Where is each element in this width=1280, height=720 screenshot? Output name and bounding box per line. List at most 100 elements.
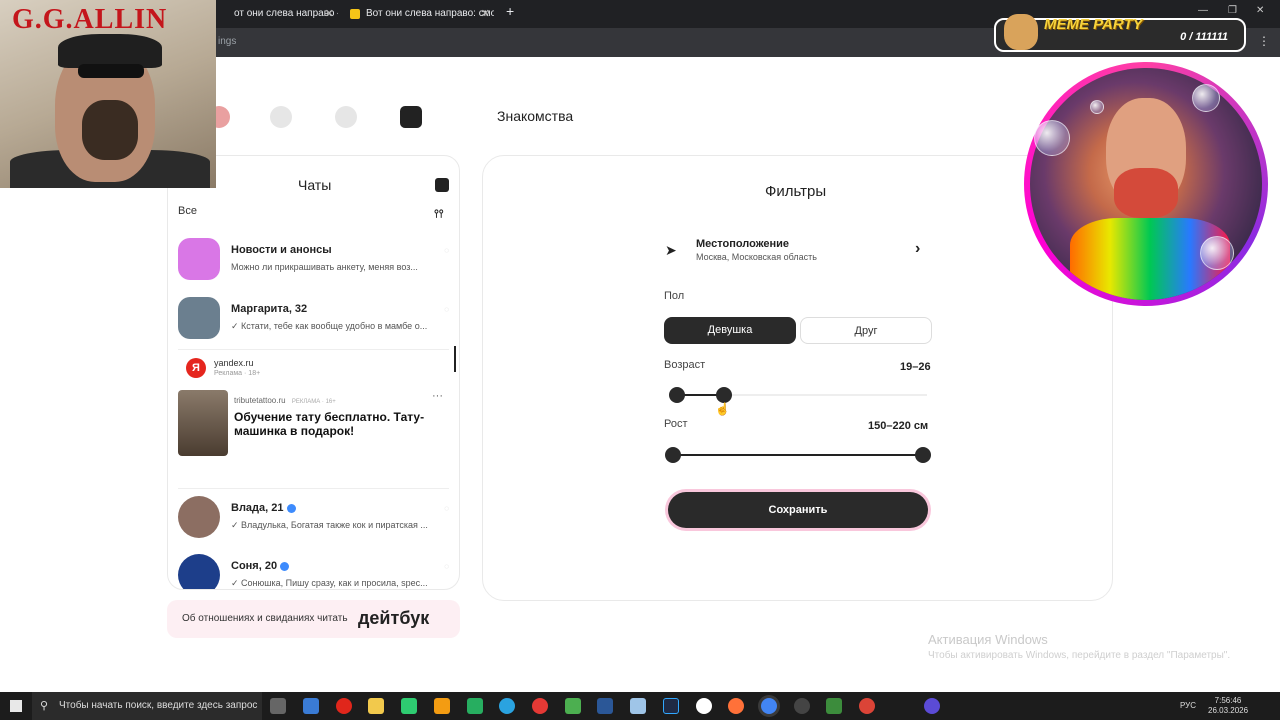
taskbar-app-icon[interactable] bbox=[826, 698, 842, 714]
chrome-icon[interactable] bbox=[761, 698, 777, 714]
height-label: Рост bbox=[664, 418, 688, 430]
chat-item[interactable]: Соня, 20 ✓ Сонюшка, Пишу сразу, как и пр… bbox=[178, 554, 453, 589]
ad-more-icon[interactable]: ··· bbox=[432, 390, 443, 402]
close-window-icon[interactable]: ✕ bbox=[1256, 5, 1264, 16]
activation-title: Активация Windows bbox=[928, 632, 1048, 647]
save-button[interactable]: Сохранить bbox=[668, 492, 928, 528]
activation-subtitle: Чтобы активировать Windows, перейдите в … bbox=[928, 650, 1231, 661]
restore-icon[interactable]: ❐ bbox=[1228, 5, 1237, 16]
meme-title: MEME PARTY bbox=[1044, 16, 1143, 33]
language-indicator[interactable]: РУС bbox=[1180, 701, 1196, 710]
task-view-icon[interactable] bbox=[270, 698, 286, 714]
filters-panel: Фильтры ➤ Местоположение Москва, Московс… bbox=[482, 155, 1113, 601]
yandex-browser-icon[interactable] bbox=[696, 698, 712, 714]
chat-name: Влада, 21 bbox=[231, 502, 296, 514]
tab-title: от они слева направо — Янд bbox=[234, 8, 338, 19]
scrollbar-thumb[interactable] bbox=[454, 346, 456, 372]
likes-nav-icon[interactable] bbox=[335, 106, 357, 128]
verified-icon bbox=[280, 561, 290, 571]
address-text: ings bbox=[218, 36, 237, 47]
chat-item[interactable]: Маргарита, 32 ✓ Кстати, тебе как вообще … bbox=[178, 297, 453, 343]
taskbar-app-icon[interactable] bbox=[303, 698, 319, 714]
close-tab-icon[interactable]: ✕ bbox=[325, 4, 334, 24]
chat-name: Соня, 20 bbox=[231, 560, 290, 572]
taskbar-search[interactable]: ⚲ Чтобы начать поиск, введите здесь запр… bbox=[32, 692, 262, 720]
cards-nav-icon[interactable] bbox=[400, 106, 422, 128]
chevron-right-icon[interactable]: › bbox=[915, 240, 920, 258]
page-title: Знакомства bbox=[497, 108, 574, 124]
chat-preview: ✓ Владулька, Богатая также кок и пиратск… bbox=[231, 520, 428, 530]
chat-name: Маргарита, 32 bbox=[231, 303, 308, 315]
chat-filter-all[interactable]: Все bbox=[178, 205, 197, 217]
close-tab-icon[interactable]: ✕ bbox=[481, 4, 490, 24]
chat-name: Новости и анонсы bbox=[231, 244, 332, 256]
clock-time: 7:56:46 bbox=[1214, 696, 1242, 705]
read-status-icon: ◌ bbox=[444, 504, 449, 513]
browser-menu-icon[interactable]: ⋮ bbox=[1258, 34, 1270, 48]
age-max-handle[interactable] bbox=[716, 387, 732, 403]
cam-figure bbox=[58, 34, 162, 68]
location-arrow-icon: ➤ bbox=[665, 242, 677, 258]
windows-activation-watermark: Активация Windows Чтобы активировать Win… bbox=[928, 632, 1230, 661]
promo-banner[interactable]: Об отношениях и свиданиях читать дейтбук bbox=[167, 600, 460, 638]
ad-label: Реклама · 18+ bbox=[214, 370, 261, 377]
verified-icon bbox=[286, 503, 296, 513]
bubble-decoration bbox=[1034, 120, 1070, 156]
taskbar-app-icon[interactable] bbox=[794, 698, 810, 714]
promo-text: Об отношениях и свиданиях читать bbox=[182, 613, 348, 624]
chat-item[interactable]: Новости и анонсы Можно ли прикрашивать а… bbox=[178, 238, 453, 284]
chat-list-title: Чаты bbox=[298, 177, 332, 193]
taskbar-app-icon[interactable] bbox=[532, 698, 548, 714]
taskbar-app-icon[interactable] bbox=[565, 698, 581, 714]
search-nav-icon[interactable] bbox=[270, 106, 292, 128]
clock-date: 26.03.2026 bbox=[1208, 706, 1249, 715]
new-tab-button[interactable]: + bbox=[506, 3, 514, 19]
ad-site: tributetattoo.ru РЕКЛАМА · 16+ bbox=[234, 396, 336, 405]
windows-taskbar: ⚲ Чтобы начать поиск, введите здесь запр… bbox=[0, 692, 1280, 720]
gender-label: Пол bbox=[664, 290, 685, 302]
word-icon[interactable] bbox=[597, 698, 613, 714]
hand-cursor-icon: ☝ bbox=[715, 402, 730, 416]
vlc-icon[interactable] bbox=[434, 698, 450, 714]
filters-title: Фильтры bbox=[765, 183, 827, 200]
bubble-decoration bbox=[1200, 236, 1234, 270]
filter-sliders-icon[interactable]: ⫯⫯ bbox=[434, 208, 444, 221]
height-min-handle[interactable] bbox=[665, 447, 681, 463]
taskbar-app-icon[interactable] bbox=[924, 698, 940, 714]
ad-badge: РЕКЛАМА · 16+ bbox=[291, 399, 336, 405]
age-label: Возраст bbox=[664, 359, 706, 371]
taskbar-app-icon[interactable] bbox=[401, 698, 417, 714]
opera-icon[interactable] bbox=[336, 698, 352, 714]
windows-start-icon[interactable] bbox=[10, 700, 22, 712]
age-min-handle[interactable] bbox=[669, 387, 685, 403]
chat-item[interactable]: Влада, 21 ✓ Владулька, Богатая также кок… bbox=[178, 496, 453, 542]
chrome-icon[interactable] bbox=[859, 698, 875, 714]
taskbar-app-icon[interactable] bbox=[630, 698, 646, 714]
chat-preview: ✓ Сонюшка, Пишу сразу, как и просила, sp… bbox=[231, 578, 428, 588]
gender-friend-button[interactable]: Друг bbox=[800, 317, 932, 344]
chat-preview: ✓ Кстати, тебе как вообще удобно в мамбе… bbox=[231, 321, 428, 331]
browser-tab-active[interactable]: Вот они слева направо: смотр ✕ bbox=[348, 4, 494, 24]
clock[interactable]: 7:56:46 26.03.2026 bbox=[1208, 696, 1248, 716]
cam-figure bbox=[1114, 168, 1178, 218]
location-label[interactable]: Местоположение bbox=[696, 238, 789, 250]
ad-image[interactable] bbox=[178, 390, 228, 456]
avatar bbox=[178, 496, 220, 538]
taskbar-app-icon[interactable] bbox=[467, 698, 483, 714]
ad-block[interactable]: Я yandex.ru Реклама · 18+ tributetattoo.… bbox=[178, 349, 449, 489]
read-status-icon: ◌ bbox=[444, 246, 449, 255]
firefox-icon[interactable] bbox=[728, 698, 744, 714]
yandex-logo: Я bbox=[186, 358, 206, 378]
browser-tab[interactable]: от они слева направо — Янд ✕ bbox=[216, 4, 338, 24]
compose-icon[interactable] bbox=[435, 178, 449, 192]
telegram-icon[interactable] bbox=[499, 698, 515, 714]
bubble-decoration bbox=[1192, 84, 1220, 112]
cam-figure bbox=[82, 100, 138, 160]
minimize-icon[interactable]: — bbox=[1198, 5, 1208, 16]
height-max-handle[interactable] bbox=[915, 447, 931, 463]
photoshop-icon[interactable] bbox=[663, 698, 679, 714]
height-track-selected[interactable] bbox=[673, 454, 923, 456]
file-explorer-icon[interactable] bbox=[368, 698, 384, 714]
gender-female-button[interactable]: Девушка bbox=[664, 317, 796, 344]
ad-headline[interactable]: Обучение тату бесплатно. Тату-машинка в … bbox=[234, 410, 439, 438]
